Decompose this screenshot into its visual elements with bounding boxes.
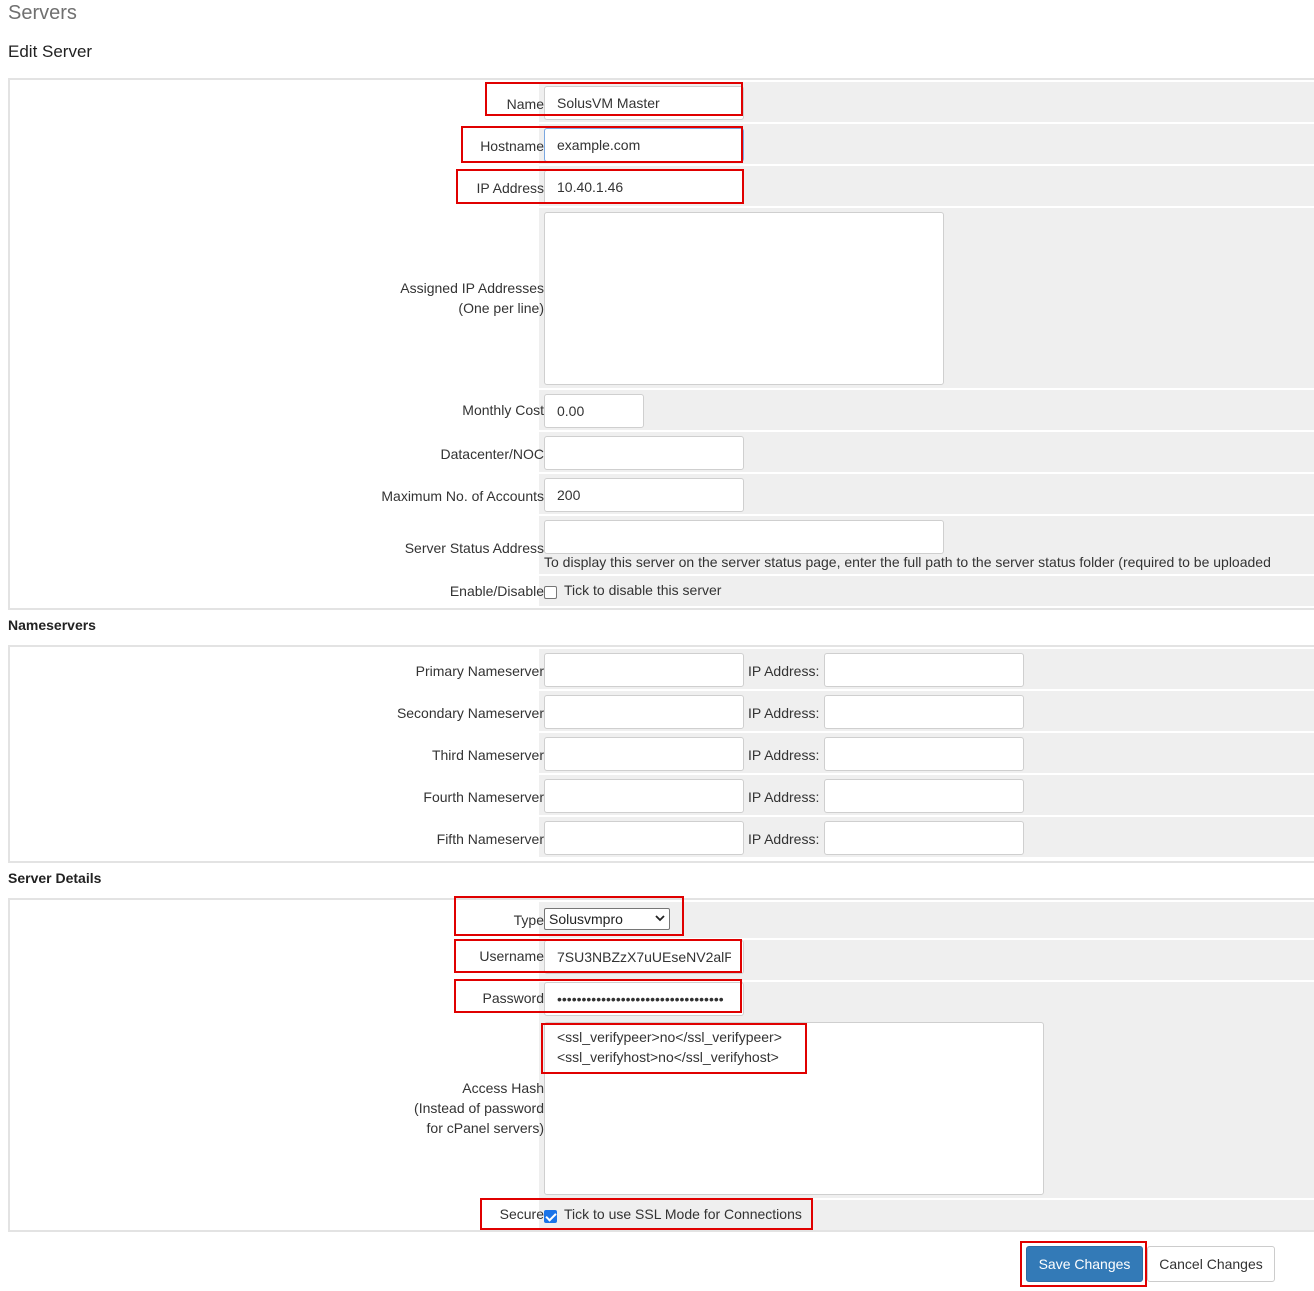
fourth-nameserver-label: Fourth Nameserver xyxy=(423,789,544,805)
third-nameserver-label: Third Nameserver xyxy=(431,747,544,763)
status-address-input[interactable] xyxy=(544,520,944,554)
server-panel: Name Hostname IP Address Assigned IP Add… xyxy=(8,78,1314,610)
username-label: Username xyxy=(479,948,544,964)
monthly-cost-label: Monthly Cost xyxy=(462,402,544,418)
name-label: Name xyxy=(506,96,544,112)
secure-ssl-checkbox[interactable] xyxy=(544,1210,557,1223)
secondary-nameserver-label: Secondary Nameserver xyxy=(396,705,544,721)
third-nameserver-input[interactable] xyxy=(544,737,744,771)
assigned-ips-textarea[interactable] xyxy=(544,212,944,385)
access-hash-row: Access Hash (Instead of password for cPa… xyxy=(10,1018,1314,1198)
fourth-nameserver-input[interactable] xyxy=(544,779,744,813)
primary-nameserver-label: Primary Nameserver xyxy=(415,663,544,679)
type-row: Type Solusvmpro xyxy=(10,902,1314,938)
secondary-nameserver-input[interactable] xyxy=(544,695,744,729)
ip-address-label: IP Address: xyxy=(748,705,820,721)
datacenter-label: Datacenter/NOC xyxy=(440,446,544,462)
ip-address-label: IP Address: xyxy=(748,663,820,679)
assigned-ips-label: Assigned IP Addresses xyxy=(400,280,544,296)
hostname-label: Hostname xyxy=(480,138,544,154)
disable-server-checkbox[interactable] xyxy=(544,586,557,599)
hostname-input[interactable] xyxy=(544,128,744,162)
assigned-ips-row: Assigned IP Addresses (One per line) xyxy=(10,208,1314,388)
server-details-title: Server Details xyxy=(8,870,102,886)
secure-label: Secure xyxy=(499,1206,544,1222)
nameserver-row: Fifth Nameserver IP Address: xyxy=(10,817,1314,857)
fifth-nameserver-input[interactable] xyxy=(544,821,744,855)
access-hash-hint-1: (Instead of password xyxy=(414,1100,544,1116)
nameserver-row: Third Nameserver IP Address: xyxy=(10,733,1314,773)
datacenter-row: Datacenter/NOC xyxy=(10,432,1314,472)
secondary-nameserver-ip-input[interactable] xyxy=(824,695,1024,729)
nameserver-row: Fourth Nameserver IP Address: xyxy=(10,775,1314,815)
max-accounts-input[interactable] xyxy=(544,478,744,512)
monthly-cost-row: Monthly Cost xyxy=(10,390,1314,430)
nameservers-panel: Primary Nameserver IP Address: Secondary… xyxy=(8,645,1314,863)
access-hash-line: <ssl_verifyhost>no</ssl_verifyhost> xyxy=(557,1049,779,1065)
primary-nameserver-input[interactable] xyxy=(544,653,744,687)
password-label: Password xyxy=(482,990,544,1006)
status-address-label: Server Status Address xyxy=(404,540,544,556)
access-hash-textarea[interactable]: <ssl_verifypeer>no</ssl_verifypeer> <ssl… xyxy=(544,1022,1044,1195)
fifth-nameserver-label: Fifth Nameserver xyxy=(436,831,544,847)
enable-label: Enable/Disable xyxy=(449,583,544,599)
secure-row: Secure Tick to use SSL Mode for Connecti… xyxy=(10,1200,1314,1230)
secure-ssl-text: Tick to use SSL Mode for Connections xyxy=(564,1206,802,1222)
primary-nameserver-ip-input[interactable] xyxy=(824,653,1024,687)
assigned-ips-hint: (One per line) xyxy=(458,300,544,316)
nameserver-row: Primary Nameserver IP Address: xyxy=(10,649,1314,689)
enable-row: Enable/Disable Tick to disable this serv… xyxy=(10,576,1314,606)
disable-server-text: Tick to disable this server xyxy=(564,582,722,598)
status-address-row: Server Status Address To display this se… xyxy=(10,516,1314,574)
server-details-panel: Type Solusvmpro Username Password Access… xyxy=(8,898,1314,1232)
name-input[interactable] xyxy=(544,86,744,120)
nameservers-title: Nameservers xyxy=(8,617,96,633)
page-title: Servers xyxy=(8,2,77,24)
username-input[interactable] xyxy=(544,940,744,974)
access-hash-label: Access Hash xyxy=(462,1080,544,1096)
password-input[interactable] xyxy=(544,982,744,1016)
third-nameserver-ip-input[interactable] xyxy=(824,737,1024,771)
type-label: Type xyxy=(513,912,544,928)
fourth-nameserver-ip-input[interactable] xyxy=(824,779,1024,813)
username-row: Username xyxy=(10,940,1314,980)
access-hash-line: <ssl_verifypeer>no</ssl_verifypeer> xyxy=(557,1029,782,1045)
hostname-row: Hostname xyxy=(10,124,1314,164)
fifth-nameserver-ip-input[interactable] xyxy=(824,821,1024,855)
cancel-changes-button[interactable]: Cancel Changes xyxy=(1147,1246,1275,1282)
ip-label: IP Address xyxy=(476,180,544,196)
datacenter-input[interactable] xyxy=(544,436,744,470)
password-row: Password xyxy=(10,982,1314,1022)
ip-row: IP Address xyxy=(10,166,1314,206)
status-address-help: To display this server on the server sta… xyxy=(544,554,1271,570)
name-row: Name xyxy=(10,82,1314,122)
ip-address-label: IP Address: xyxy=(748,789,820,805)
access-hash-hint-2: for cPanel servers) xyxy=(426,1120,544,1136)
monthly-cost-input[interactable] xyxy=(544,394,644,428)
chevron-down-icon xyxy=(655,915,665,922)
type-select-value: Solusvmpro xyxy=(549,911,623,927)
max-accounts-row: Maximum No. of Accounts xyxy=(10,474,1314,514)
save-changes-button[interactable]: Save Changes xyxy=(1026,1246,1143,1282)
ip-input[interactable] xyxy=(544,170,744,204)
ip-address-label: IP Address: xyxy=(748,747,820,763)
type-select[interactable]: Solusvmpro xyxy=(544,908,670,930)
ip-address-label: IP Address: xyxy=(748,831,820,847)
nameserver-row: Secondary Nameserver IP Address: xyxy=(10,691,1314,731)
page-subtitle: Edit Server xyxy=(8,42,93,61)
max-accounts-label: Maximum No. of Accounts xyxy=(381,488,544,504)
